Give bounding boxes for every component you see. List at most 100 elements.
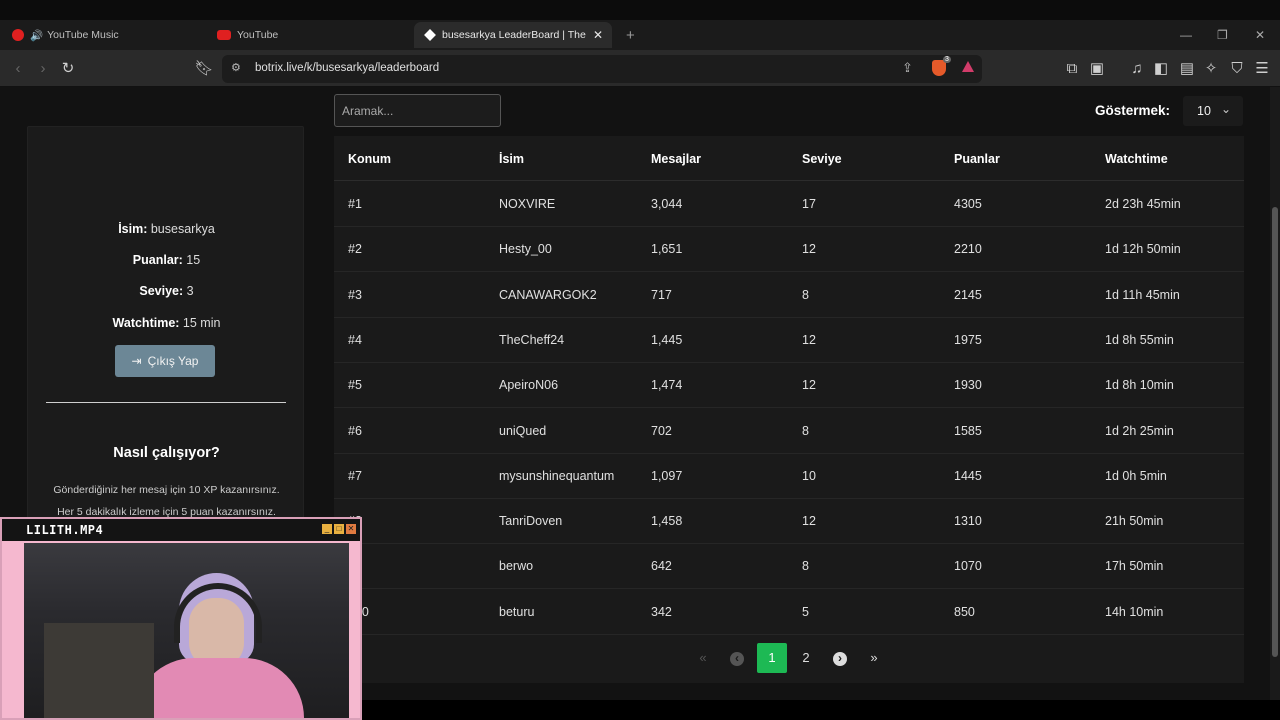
table-row: #3 CANAWARGOK2 717 8 2145 1d 11h 45min xyxy=(334,273,1244,318)
cell-messages: 1,445 xyxy=(651,332,683,347)
brave-badge: 3 xyxy=(943,56,951,63)
cell-name: uniQued xyxy=(499,423,547,438)
header-name[interactable]: İsim xyxy=(499,152,524,166)
minimize-icon: _ xyxy=(322,524,332,534)
tab-leaderboard[interactable]: busesarkya LeaderBoard | The b ✕ xyxy=(414,22,612,48)
how-it-works-title: Nasıl çalışıyor? xyxy=(113,445,220,461)
prev-page-button[interactable]: ‹ xyxy=(722,643,752,673)
logout-label: Çıkış Yap xyxy=(147,354,199,368)
leo-ai-icon[interactable]: ✧ xyxy=(1201,59,1221,79)
tab-title: YouTube Music xyxy=(47,29,119,41)
header-level[interactable]: Seviye xyxy=(802,152,842,166)
table-row: #1 NOXVIRE 3,044 17 4305 2d 23h 45min xyxy=(334,182,1244,227)
address-bar[interactable]: ⚙ botrix.live/k/busesarkya/leaderboard ⇪… xyxy=(222,55,982,83)
logout-button[interactable]: ⇥ Çıkış Yap xyxy=(115,345,215,377)
level-label: Seviye: xyxy=(139,284,184,298)
tab-youtube[interactable]: YouTube xyxy=(217,22,397,48)
cell-watchtime: 1d 0h 5min xyxy=(1105,468,1167,483)
new-tab-button[interactable]: + xyxy=(626,22,640,48)
cell-points: 1070 xyxy=(954,559,982,574)
table-row: #8TanriDoven1,45812131021h 50min xyxy=(334,499,1244,545)
cell-rank: #5 xyxy=(348,378,362,393)
watch-value: 15 min xyxy=(182,316,221,330)
cell-name: TanriDoven xyxy=(499,514,563,529)
name-label: İsim: xyxy=(118,222,148,236)
leaderboard-table: Konum İsim Mesajlar Seviye Puanlar Watch… xyxy=(334,136,1244,683)
cell-rank: #3 xyxy=(348,287,362,302)
cell-level: 8 xyxy=(802,287,809,302)
maximize-icon: □ xyxy=(334,524,344,534)
table-row: #9berwo6428107017h 50min xyxy=(334,544,1244,590)
page-size-select[interactable]: 10 ⌄ xyxy=(1183,96,1243,126)
cell-level: 5 xyxy=(802,604,809,619)
cell-messages: 702 xyxy=(651,423,672,438)
close-icon: ✕ xyxy=(346,524,356,534)
cell-messages: 642 xyxy=(651,559,672,574)
brave-rewards-icon[interactable] xyxy=(962,61,974,72)
cell-name: berwo xyxy=(499,559,534,574)
page-1-button[interactable]: 1 xyxy=(757,643,787,673)
back-icon[interactable]: ‹ xyxy=(8,59,28,79)
scrollbar[interactable] xyxy=(1270,87,1280,700)
cell-points: 850 xyxy=(954,604,975,619)
sidebar-icon[interactable]: ◧ xyxy=(1151,59,1171,79)
cell-level: 8 xyxy=(802,559,809,574)
page-size-value: 10 xyxy=(1197,104,1211,118)
reload-icon[interactable]: ↻ xyxy=(58,59,78,79)
plus-icon: + xyxy=(626,26,635,44)
table-header: Konum İsim Mesajlar Seviye Puanlar Watch… xyxy=(334,136,1244,181)
wallet-icon[interactable]: ▣ xyxy=(1087,59,1107,79)
cell-watchtime: 17h 50min xyxy=(1105,559,1164,574)
close-window-button[interactable]: ✕ xyxy=(1255,28,1265,42)
cell-level: 17 xyxy=(802,197,816,211)
webcam-titlebar: LILITH.MP4 _ □ ✕ xyxy=(2,519,360,541)
first-page-button[interactable]: « xyxy=(688,643,718,673)
table-row: #5 ApeiroN06 1,474 12 1930 1d 8h 10min xyxy=(334,363,1244,409)
table-row: #10beturu342585014h 10min xyxy=(334,590,1244,635)
tab-title: YouTube xyxy=(237,29,279,41)
table-row: #7 mysunshinequantum 1,097 10 1445 1d 0h 5min xyxy=(334,454,1244,499)
bookmark-icon[interactable]: 🔖︎ xyxy=(194,59,214,79)
cell-points: 1975 xyxy=(954,332,982,347)
cell-name: CANAWARGOK2 xyxy=(499,287,597,302)
cell-watchtime: 14h 10min xyxy=(1105,604,1164,619)
tab-youtube-music[interactable]: 🔊 YouTube Music xyxy=(12,22,202,48)
cell-rank: #7 xyxy=(348,468,362,483)
header-watchtime[interactable]: Watchtime xyxy=(1105,152,1168,166)
cell-level: 8 xyxy=(802,423,809,438)
media-icon[interactable]: ♫ xyxy=(1127,59,1147,79)
cell-watchtime: 1d 12h 50min xyxy=(1105,242,1181,257)
cell-messages: 1,474 xyxy=(651,378,683,393)
cell-points: 1445 xyxy=(954,468,982,483)
share-icon[interactable]: ⇪ xyxy=(902,60,913,76)
cell-level: 10 xyxy=(802,468,816,483)
crypto-wallet-icon[interactable]: ▤ xyxy=(1177,59,1197,79)
last-page-button[interactable]: » xyxy=(859,643,889,673)
minimize-button[interactable]: — xyxy=(1180,28,1192,42)
header-points[interactable]: Puanlar xyxy=(954,152,1000,166)
page-2-button[interactable]: 2 xyxy=(791,643,821,673)
divider xyxy=(46,402,286,403)
maximize-button[interactable]: ❐ xyxy=(1217,28,1228,42)
cell-watchtime: 1d 11h 45min xyxy=(1105,287,1180,302)
cell-points: 1930 xyxy=(954,378,982,393)
cell-points: 1310 xyxy=(954,514,982,529)
show-label: Göstermek: xyxy=(1095,103,1171,118)
next-page-icon: › xyxy=(833,652,847,666)
extensions-icon[interactable]: ⧉ xyxy=(1062,59,1082,79)
cell-level: 12 xyxy=(802,332,816,347)
scrollbar-thumb[interactable] xyxy=(1272,207,1278,657)
header-rank[interactable]: Konum xyxy=(348,152,391,166)
botrix-icon xyxy=(424,29,436,41)
vpn-icon[interactable]: ⛉ xyxy=(1227,59,1247,79)
site-settings-icon[interactable]: ⚙ xyxy=(231,61,241,74)
table-row: #4 TheCheff24 1,445 12 1975 1d 8h 55min xyxy=(334,318,1244,363)
cell-messages: 342 xyxy=(651,604,672,619)
close-tab-icon[interactable]: ✕ xyxy=(593,28,603,42)
header-messages[interactable]: Mesajlar xyxy=(651,152,701,166)
menu-icon[interactable]: ☰ xyxy=(1252,59,1272,79)
forward-icon[interactable]: › xyxy=(33,59,53,79)
cell-watchtime: 1d 2h 25min xyxy=(1105,423,1174,438)
search-input[interactable]: Aramak... xyxy=(334,94,501,127)
next-page-button[interactable]: › xyxy=(825,643,855,673)
